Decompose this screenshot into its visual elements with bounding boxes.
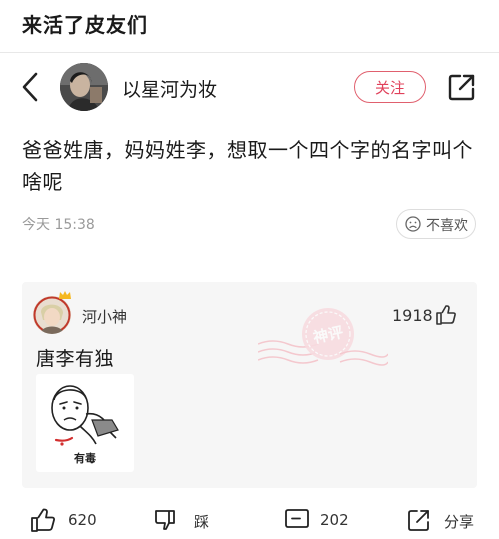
page-banner-title: 来活了皮友们: [22, 13, 148, 37]
post-timestamp: 今天 15:38: [22, 217, 95, 233]
commenter-avatar[interactable]: [33, 296, 71, 334]
share-button[interactable]: 分享: [406, 507, 486, 531]
thumbs-up-icon: [31, 508, 55, 532]
sad-face-icon: [405, 216, 421, 232]
share-arrow-icon: [408, 510, 429, 531]
share-label: 分享: [444, 513, 475, 531]
dislike-action-label: 踩: [194, 513, 210, 531]
post-text: 爸爸姓唐，妈妈姓李，想取一个四个字的名字叫个啥呢: [22, 138, 473, 194]
share-icon[interactable]: [447, 72, 477, 102]
comment-icon: [285, 509, 309, 528]
like-count: 620: [68, 511, 97, 529]
crown-icon: [59, 291, 71, 299]
dislike-button[interactable]: 不喜欢: [396, 209, 476, 239]
post-action-bar: 620 踩 202 分享: [0, 497, 499, 539]
banner-divider: [0, 52, 499, 53]
featured-comment-stamp: 神评: [258, 308, 388, 366]
dislike-action-button[interactable]: 踩: [154, 507, 214, 531]
like-button[interactable]: 620: [30, 507, 100, 532]
dislike-label: 不喜欢: [426, 218, 468, 234]
comment-like-count: 1918: [392, 306, 433, 325]
thumbs-up-icon[interactable]: [435, 304, 457, 326]
follow-button[interactable]: 关注: [354, 71, 426, 103]
sticker-caption: 有毒: [74, 452, 96, 465]
username[interactable]: 以星河为妆: [122, 75, 217, 102]
comment-text: 唐李有独: [36, 348, 115, 370]
back-arrow-icon[interactable]: [16, 70, 46, 104]
thumbs-down-icon: [155, 510, 175, 530]
comment-count: 202: [320, 511, 349, 529]
comment-button[interactable]: 202: [284, 507, 354, 531]
user-avatar[interactable]: [60, 63, 108, 111]
commenter-name[interactable]: 河小神: [82, 306, 127, 327]
